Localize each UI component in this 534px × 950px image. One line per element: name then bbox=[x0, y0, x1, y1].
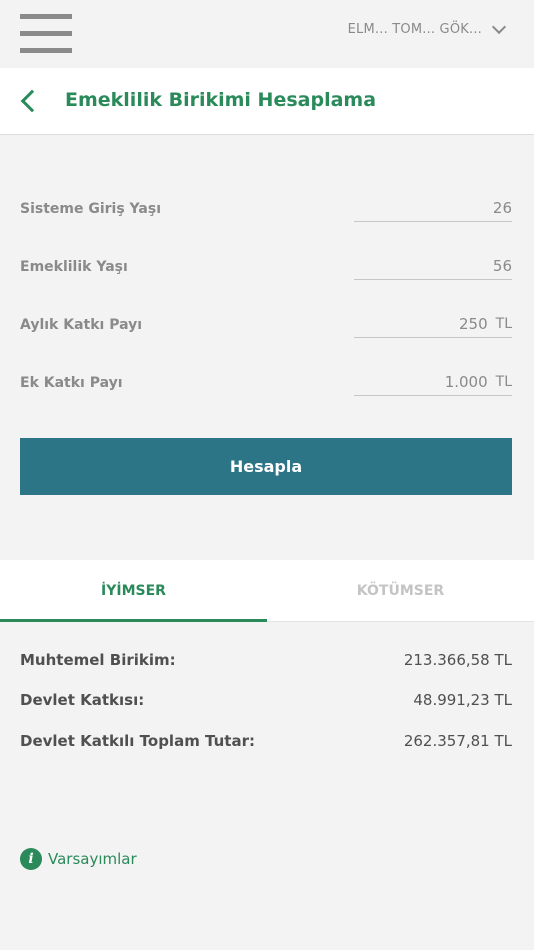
result-value-state-contribution: 48.991,23 TL bbox=[413, 691, 512, 709]
field-label-extra-contribution: Ek Katkı Payı bbox=[20, 375, 123, 391]
tab-optimistic[interactable]: İYİMSER bbox=[0, 560, 267, 622]
user-name: ELM... TOM... GÖK... bbox=[347, 21, 482, 37]
field-label-entry-age: Sisteme Giriş Yaşı bbox=[20, 201, 161, 217]
result-row: Muhtemel Birikim: 213.366,58 TL bbox=[20, 651, 512, 669]
result-value-total-amount: 262.357,81 TL bbox=[403, 732, 512, 750]
assumptions-link-text: Varsayımlar bbox=[48, 850, 137, 868]
user-menu[interactable]: ELM... TOM... GÖK... bbox=[347, 18, 507, 40]
title-bar: Emeklilik Birikimi Hesaplama bbox=[0, 68, 534, 135]
field-label-monthly-contribution: Aylık Katkı Payı bbox=[20, 317, 143, 333]
hamburger-line bbox=[20, 31, 72, 36]
extra-contribution-unit: TL bbox=[495, 374, 512, 390]
entry-age-input[interactable]: 26 bbox=[354, 195, 512, 222]
retirement-age-value: 56 bbox=[492, 257, 512, 275]
monthly-contribution-input[interactable]: 250 TL bbox=[354, 311, 512, 338]
hamburger-line bbox=[20, 14, 72, 19]
hamburger-line bbox=[20, 48, 72, 53]
extra-contribution-value: 1.000 bbox=[444, 373, 488, 391]
entry-age-value: 26 bbox=[492, 199, 512, 217]
hamburger-menu-icon[interactable] bbox=[20, 14, 72, 54]
monthly-contribution-value: 250 bbox=[459, 315, 488, 333]
page-title: Emeklilik Birikimi Hesaplama bbox=[65, 89, 377, 111]
info-icon: i bbox=[20, 848, 42, 870]
result-label-total-amount: Devlet Katkılı Toplam Tutar: bbox=[20, 732, 255, 750]
field-label-retirement-age: Emeklilik Yaşı bbox=[20, 259, 128, 275]
tab-pessimistic[interactable]: KÖTÜMSER bbox=[267, 560, 534, 621]
result-row: Devlet Katkısı: 48.991,23 TL bbox=[20, 691, 512, 709]
scenario-tabs: İYİMSER KÖTÜMSER bbox=[0, 560, 534, 622]
assumptions-link[interactable]: i Varsayımlar bbox=[20, 848, 137, 870]
extra-contribution-input[interactable]: 1.000 TL bbox=[354, 369, 512, 396]
result-value-expected-savings: 213.366,58 TL bbox=[403, 651, 512, 669]
monthly-contribution-unit: TL bbox=[495, 316, 512, 332]
top-bar: ELM... TOM... GÖK... bbox=[0, 0, 534, 68]
result-row: Devlet Katkılı Toplam Tutar: 262.357,81 … bbox=[20, 732, 512, 750]
calculate-button[interactable]: Hesapla bbox=[20, 438, 512, 495]
result-label-expected-savings: Muhtemel Birikim: bbox=[20, 651, 176, 669]
retirement-age-input[interactable]: 56 bbox=[354, 253, 512, 280]
chevron-down-icon bbox=[491, 19, 507, 34]
back-arrow-icon[interactable] bbox=[20, 89, 44, 113]
result-label-state-contribution: Devlet Katkısı: bbox=[20, 691, 145, 709]
